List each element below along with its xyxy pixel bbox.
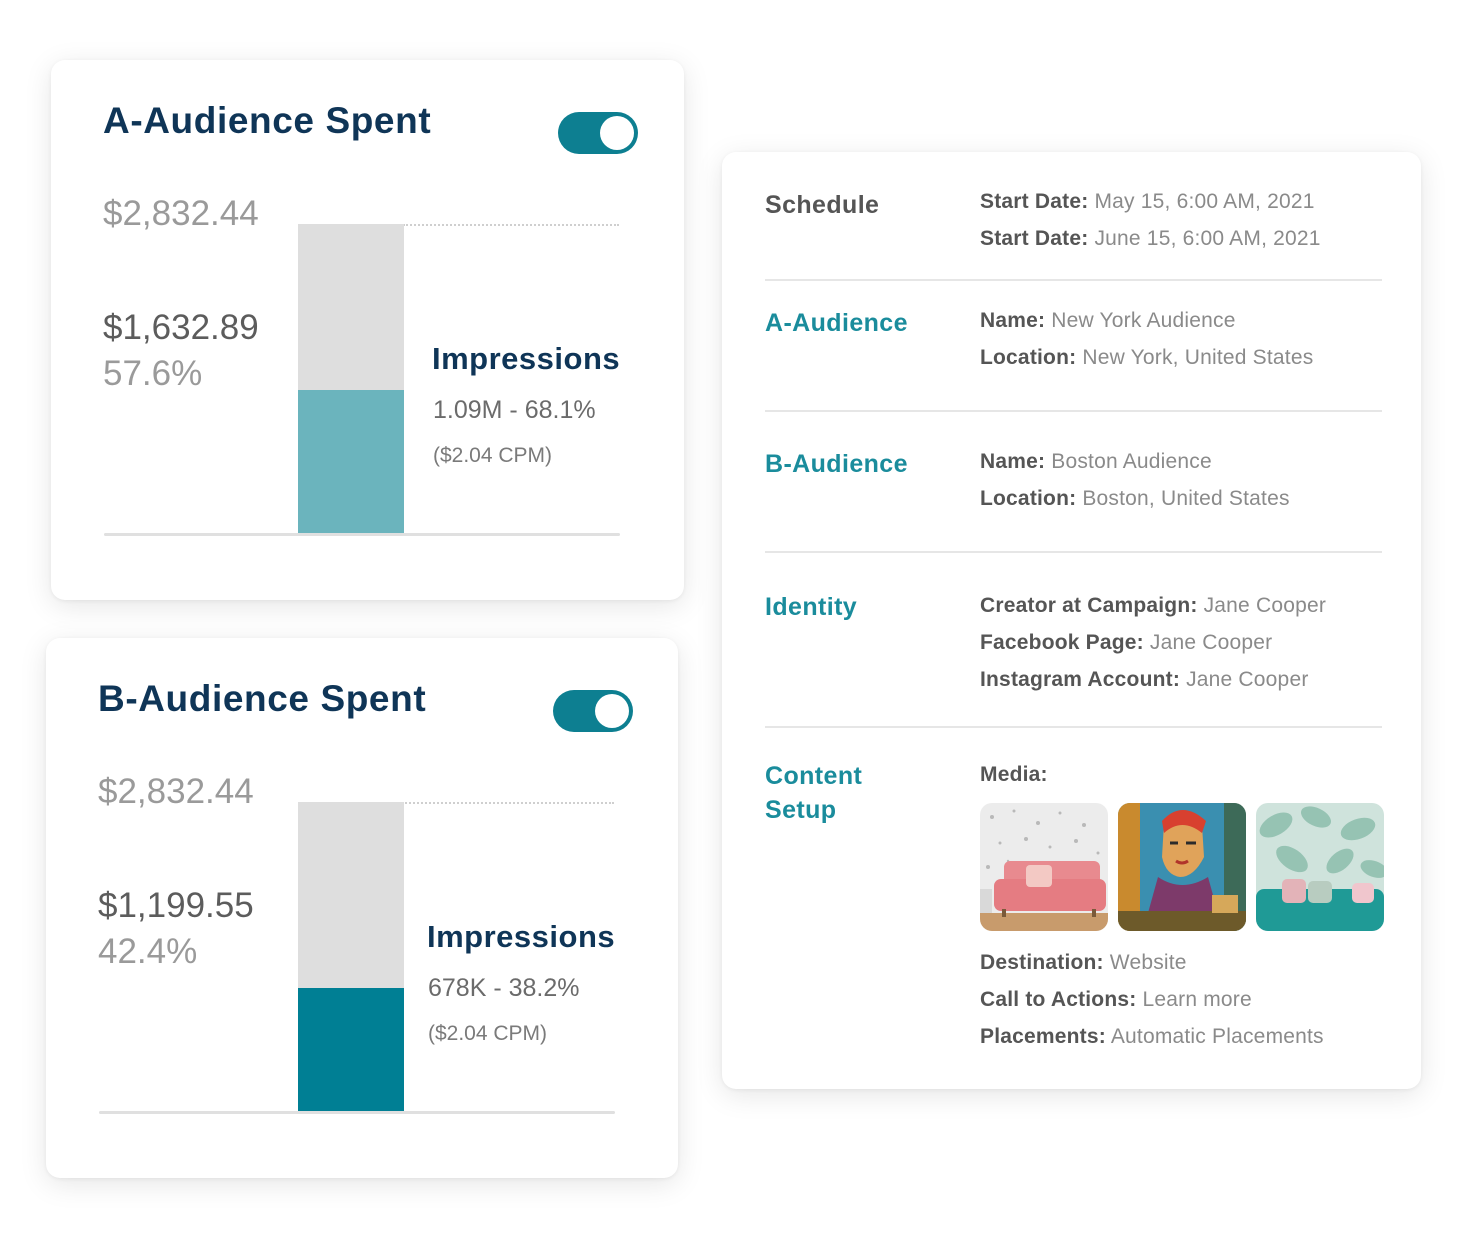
field-value: Website <box>1109 951 1187 974</box>
field-instagram-account: Instagram Account: Jane Cooper <box>980 661 1326 698</box>
section-title-b-audience: B-Audience <box>765 450 908 478</box>
field-name: Name: New York Audience <box>980 302 1313 339</box>
field-destination: Destination: Website <box>980 944 1324 981</box>
spent-percent: 42.4% <box>98 932 198 971</box>
field-end-date: Start Date: June 15, 6:00 AM, 2021 <box>980 220 1321 257</box>
field-start-date: Start Date: May 15, 6:00 AM, 2021 <box>980 183 1321 220</box>
impressions-label: Impressions <box>427 919 616 954</box>
impressions-value: 678K - 38.2% <box>428 974 580 1002</box>
budget-bar <box>298 224 404 534</box>
field-location: Location: New York, United States <box>980 339 1313 376</box>
impressions-value: 1.09M - 68.1% <box>433 396 596 424</box>
media-thumbnail-portrait-painting[interactable] <box>1118 803 1246 931</box>
identity-fields: Creator at Campaign: Jane Cooper Faceboo… <box>980 587 1326 698</box>
section-title-identity: Identity <box>765 593 858 621</box>
field-key: Name: <box>980 309 1046 332</box>
spent-bar-fill <box>298 389 404 534</box>
field-value: Automatic Placements <box>1110 1025 1324 1048</box>
field-call-to-action: Call to Actions: Learn more <box>980 981 1324 1018</box>
toggle-knob <box>600 116 634 150</box>
b-audience-toggle[interactable] <box>553 690 633 732</box>
impressions-cpm: ($2.04 CPM) <box>428 1022 548 1045</box>
field-value: Boston, United States <box>1082 487 1290 510</box>
a-audience-toggle[interactable] <box>558 112 638 154</box>
field-key: Creator at Campaign: <box>980 594 1198 617</box>
impressions-label: Impressions <box>432 341 621 376</box>
budget-total: $2,832.44 <box>98 772 254 811</box>
field-key: Media: <box>980 763 1048 786</box>
card-title: A-Audience Spent <box>103 100 432 141</box>
field-key: Location: <box>980 487 1077 510</box>
impressions-cpm: ($2.04 CPM) <box>433 444 553 467</box>
field-value: Learn more <box>1142 988 1252 1011</box>
field-value: June 15, 6:00 AM, 2021 <box>1094 227 1321 250</box>
field-value: May 15, 6:00 AM, 2021 <box>1094 190 1315 213</box>
toggle-knob <box>595 694 629 728</box>
spent-percent: 57.6% <box>103 354 203 393</box>
divider <box>765 551 1382 553</box>
divider <box>765 410 1382 412</box>
field-key: Facebook Page: <box>980 631 1144 654</box>
field-key: Start Date: <box>980 190 1089 213</box>
content-setup-more-fields: Destination: Website Call to Actions: Le… <box>980 944 1324 1055</box>
divider <box>765 726 1382 728</box>
campaign-details-card: Schedule Start Date: May 15, 6:00 AM, 20… <box>722 152 1421 1089</box>
spent-amount: $1,199.55 <box>98 886 254 925</box>
field-key: Start Date: <box>980 227 1089 250</box>
field-value: Jane Cooper <box>1203 594 1327 617</box>
field-key: Name: <box>980 450 1046 473</box>
a-audience-fields: Name: New York Audience Location: New Yo… <box>980 302 1313 376</box>
field-name: Name: Boston Audience <box>980 443 1290 480</box>
a-audience-spent-card: A-Audience Spent $2,832.44 $1,632.89 57.… <box>51 60 684 600</box>
field-key: Placements: <box>980 1025 1106 1048</box>
field-value: New York, United States <box>1082 346 1314 369</box>
field-creator: Creator at Campaign: Jane Cooper <box>980 587 1326 624</box>
section-title-schedule: Schedule <box>765 191 880 219</box>
media-thumbnails <box>980 803 1384 931</box>
media-label: Media: <box>980 756 1048 793</box>
card-title: B-Audience Spent <box>98 678 427 719</box>
b-audience-fields: Name: Boston Audience Location: Boston, … <box>980 443 1290 517</box>
content-setup-fields: Media: <box>980 756 1048 793</box>
divider <box>765 279 1382 281</box>
field-key: Call to Actions: <box>980 988 1137 1011</box>
field-facebook-page: Facebook Page: Jane Cooper <box>980 624 1326 661</box>
chart-baseline <box>104 533 620 536</box>
budget-line <box>398 802 614 804</box>
field-value: Boston Audience <box>1051 450 1212 473</box>
media-thumbnail-pink-sofa[interactable] <box>980 803 1108 931</box>
budget-total: $2,832.44 <box>103 194 259 233</box>
spent-amount: $1,632.89 <box>103 308 259 347</box>
spent-bar-fill <box>298 988 404 1112</box>
media-thumbnail-leaf-wallpaper[interactable] <box>1256 803 1384 931</box>
chart-baseline <box>99 1111 615 1114</box>
field-key: Instagram Account: <box>980 668 1181 691</box>
field-location: Location: Boston, United States <box>980 480 1290 517</box>
field-key: Destination: <box>980 951 1104 974</box>
field-value: Jane Cooper <box>1149 631 1273 654</box>
budget-line <box>403 224 619 226</box>
field-value: Jane Cooper <box>1186 668 1309 691</box>
field-key: Location: <box>980 346 1077 369</box>
schedule-fields: Start Date: May 15, 6:00 AM, 2021 Start … <box>980 183 1321 257</box>
b-audience-spent-card: B-Audience Spent $2,832.44 $1,199.55 42.… <box>46 638 678 1178</box>
section-title-content-setup: Content Setup <box>765 762 863 824</box>
field-placements: Placements: Automatic Placements <box>980 1018 1324 1055</box>
budget-bar <box>298 802 404 1112</box>
field-value: New York Audience <box>1051 309 1236 332</box>
section-title-a-audience: A-Audience <box>765 309 908 337</box>
